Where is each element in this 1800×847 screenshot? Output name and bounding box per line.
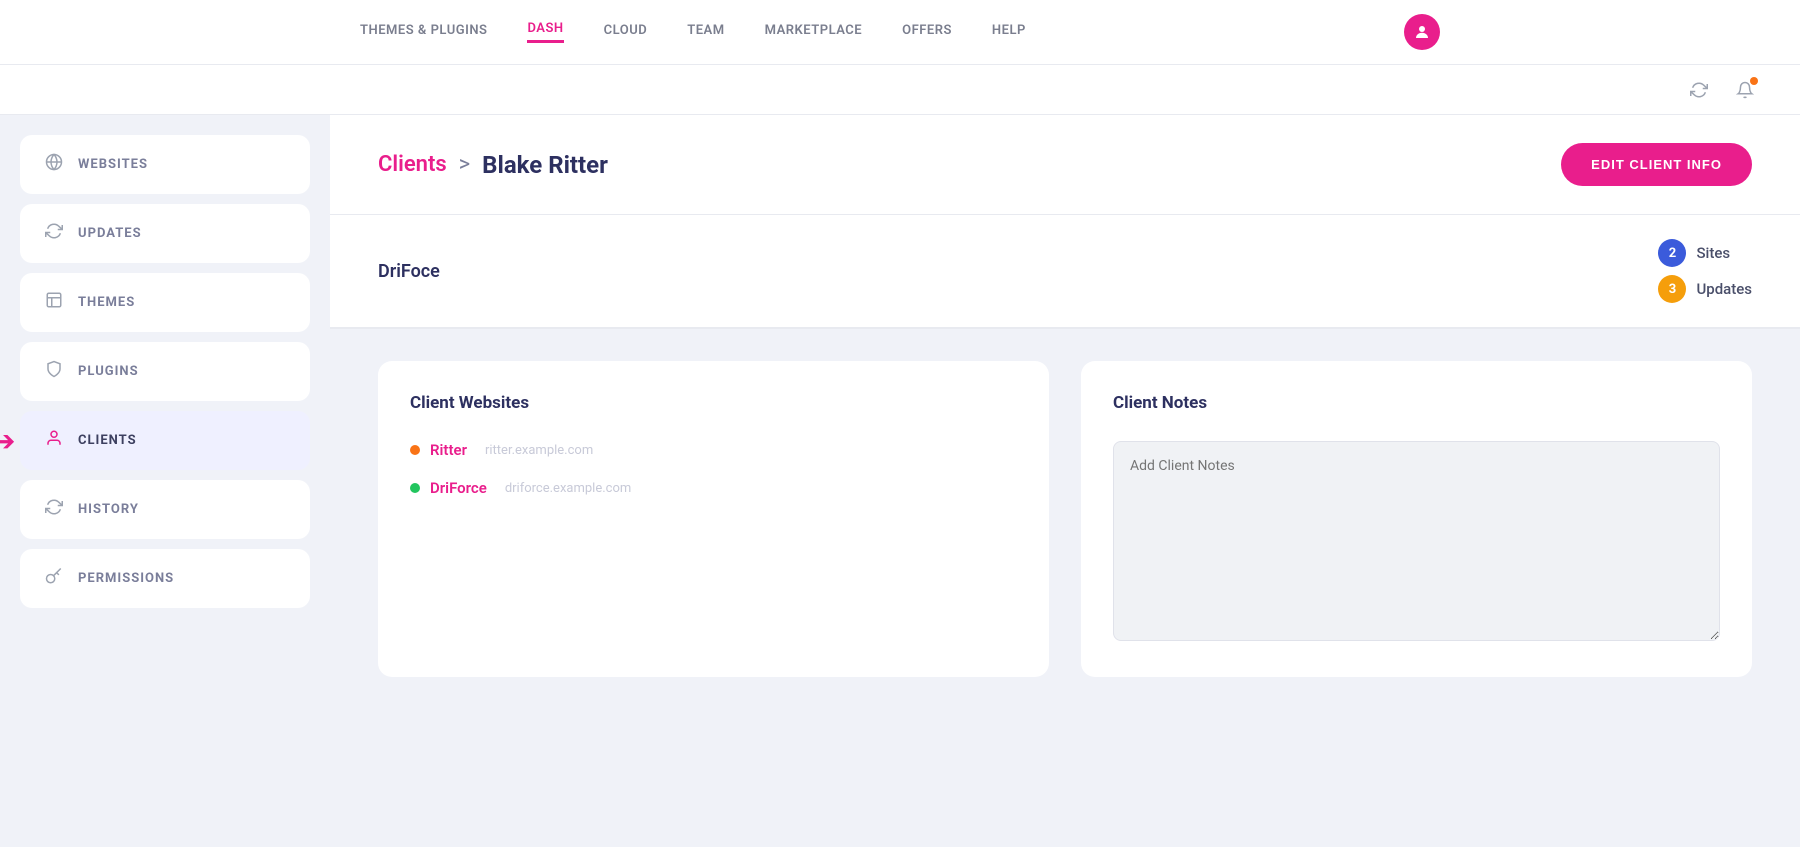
sidebar-item-clients-label: CLIENTS [78, 433, 137, 448]
sidebar-item-websites[interactable]: WEBSITES [20, 135, 310, 194]
nav-dash[interactable]: DASH [527, 21, 563, 43]
sidebar-item-permissions-label: PERMISSIONS [78, 571, 174, 586]
client-notes-textarea[interactable] [1113, 441, 1720, 641]
nav-marketplace[interactable]: MARKETPLACE [765, 23, 863, 42]
updates-badge: 3 Updates [1658, 275, 1752, 303]
nav-cloud[interactable]: CLOUD [604, 23, 648, 42]
nav-right [1404, 14, 1440, 50]
sites-count-badge: 2 [1658, 239, 1686, 267]
client-websites-card: Client Websites Ritter ritter.example.co… [378, 361, 1049, 677]
person-icon [44, 429, 64, 452]
sidebar-item-history-label: HISTORY [78, 502, 139, 517]
refresh-button[interactable] [1684, 75, 1714, 105]
user-avatar[interactable] [1404, 14, 1440, 50]
sidebar-item-themes-label: THEMES [78, 295, 135, 310]
refresh-icon [44, 222, 64, 245]
sidebar-item-updates[interactable]: UPDATES [20, 204, 310, 263]
sites-badge: 2 Sites [1658, 239, 1730, 267]
driforce-status-dot [410, 483, 420, 493]
key-icon [44, 567, 64, 590]
nav-themes-plugins[interactable]: THEMES & PLUGINS [360, 23, 487, 42]
ritter-website-url: ritter.example.com [485, 443, 593, 458]
sites-label: Sites [1696, 244, 1730, 262]
website-item-ritter: Ritter ritter.example.com [410, 441, 1017, 459]
website-item-driforce: DriForce driforce.example.com [410, 479, 1017, 497]
sub-header [0, 65, 1800, 115]
nav-offers[interactable]: OFFERS [902, 23, 952, 42]
sidebar-item-permissions[interactable]: PERMISSIONS [20, 549, 310, 608]
breadcrumb-clients-link[interactable]: Clients [378, 152, 447, 177]
ritter-status-dot [410, 445, 420, 455]
breadcrumb: Clients > Blake Ritter [378, 151, 608, 179]
company-name: DriFoce [378, 261, 440, 282]
shield-icon [44, 360, 64, 383]
nav-links: THEMES & PLUGINS DASH CLOUD TEAM MARKETP… [360, 21, 1404, 43]
client-websites-title: Client Websites [410, 393, 1017, 413]
content-area: Clients > Blake Ritter EDIT CLIENT INFO … [330, 115, 1800, 847]
updates-count-badge: 3 [1658, 275, 1686, 303]
sidebar-item-themes[interactable]: THEMES [20, 273, 310, 332]
edit-client-info-button[interactable]: EDIT CLIENT INFO [1561, 143, 1752, 186]
client-notes-title: Client Notes [1113, 393, 1720, 413]
sidebar-item-websites-label: WEBSITES [78, 157, 148, 172]
globe-icon [44, 153, 64, 176]
sidebar: WEBSITES UPDATES THEMES [0, 115, 330, 847]
sidebar-item-plugins-label: PLUGINS [78, 364, 139, 379]
breadcrumb-current-page: Blake Ritter [482, 151, 608, 179]
updates-label: Updates [1696, 280, 1752, 298]
ritter-website-link[interactable]: Ritter [430, 441, 467, 459]
cards-section: Client Websites Ritter ritter.example.co… [330, 329, 1800, 709]
notification-dot [1750, 77, 1758, 85]
top-navigation: THEMES & PLUGINS DASH CLOUD TEAM MARKETP… [0, 0, 1800, 65]
history-icon [44, 498, 64, 521]
stats-badges: 2 Sites 3 Updates [1658, 239, 1752, 303]
driforce-website-url: driforce.example.com [505, 481, 631, 496]
sub-header-icons [1684, 75, 1760, 105]
nav-team[interactable]: TEAM [687, 23, 724, 42]
layout-icon [44, 291, 64, 314]
nav-help[interactable]: HELP [992, 23, 1026, 42]
sidebar-item-history[interactable]: HISTORY [20, 480, 310, 539]
sidebar-item-clients[interactable]: ➔ CLIENTS [20, 411, 310, 470]
stats-row: DriFoce 2 Sites 3 Updates [330, 215, 1800, 329]
breadcrumb-header: Clients > Blake Ritter EDIT CLIENT INFO [330, 115, 1800, 215]
sidebar-item-updates-label: UPDATES [78, 226, 142, 241]
main-layout: WEBSITES UPDATES THEMES [0, 115, 1800, 847]
sidebar-item-plugins[interactable]: PLUGINS [20, 342, 310, 401]
client-notes-card: Client Notes [1081, 361, 1752, 677]
driforce-website-link[interactable]: DriForce [430, 479, 487, 497]
active-arrow-indicator: ➔ [0, 424, 15, 457]
breadcrumb-separator: > [459, 152, 471, 177]
notification-button[interactable] [1730, 75, 1760, 105]
